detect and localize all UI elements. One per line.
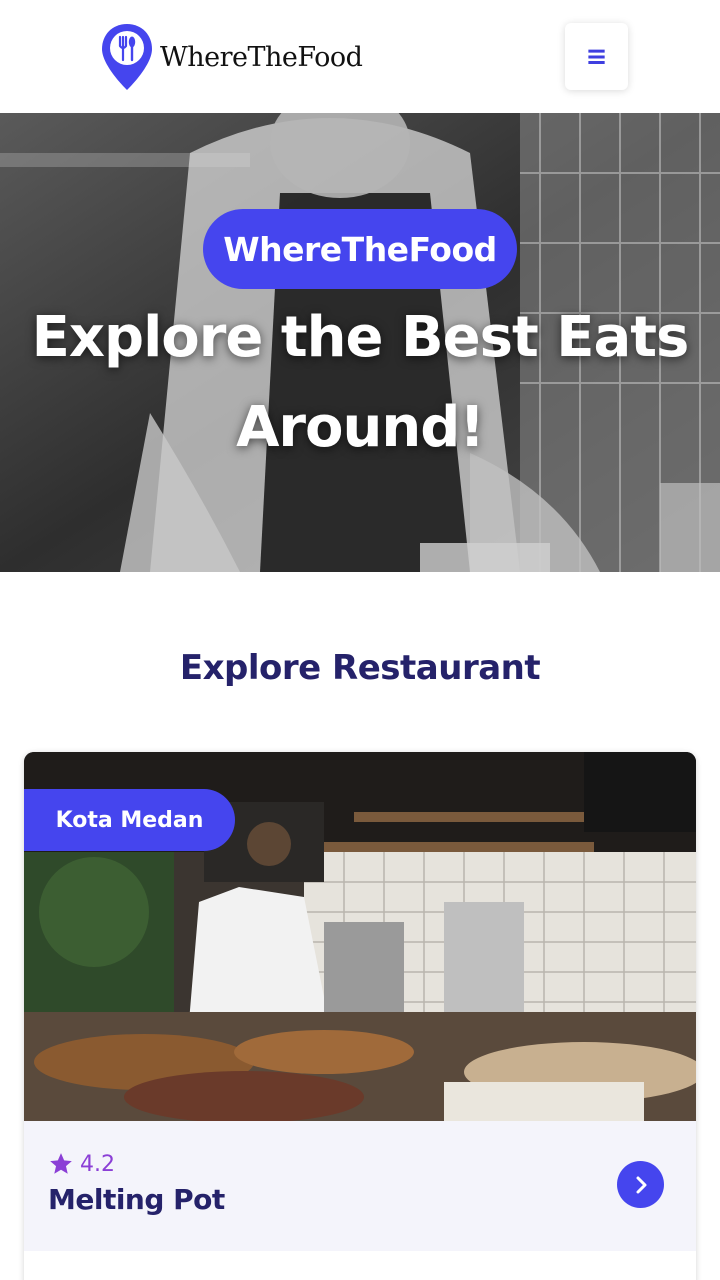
restaurant-name: Melting Pot bbox=[48, 1183, 225, 1216]
chevron-right-icon bbox=[636, 1176, 646, 1193]
view-detail-button[interactable] bbox=[617, 1161, 664, 1208]
hamburger-menu-icon: ≡ bbox=[585, 41, 608, 72]
menu-button[interactable]: ≡ bbox=[565, 23, 628, 90]
card-footer bbox=[24, 1251, 696, 1280]
hero-banner: WhereTheFood Explore the Best Eats Aroun… bbox=[0, 113, 720, 572]
brand-logo[interactable]: WhereTheFood bbox=[100, 22, 363, 92]
section-title: Explore Restaurant bbox=[179, 648, 541, 688]
rating: 4.2 bbox=[48, 1151, 115, 1177]
app-header: WhereTheFood ≡ bbox=[0, 0, 720, 113]
card-body: 4.2 Melting Pot bbox=[24, 1121, 696, 1251]
hero-badge: WhereTheFood bbox=[203, 209, 517, 289]
brand-name: WhereTheFood bbox=[160, 41, 363, 73]
rating-value: 4.2 bbox=[80, 1151, 115, 1177]
restaurant-card[interactable]: Kota Medan 4.2 Melting Pot bbox=[24, 752, 696, 1280]
hero-title: Explore the Best Eats Around! bbox=[31, 305, 690, 460]
star-icon bbox=[50, 1153, 72, 1174]
location-pin-icon bbox=[102, 24, 152, 90]
city-badge: Kota Medan bbox=[24, 789, 235, 851]
